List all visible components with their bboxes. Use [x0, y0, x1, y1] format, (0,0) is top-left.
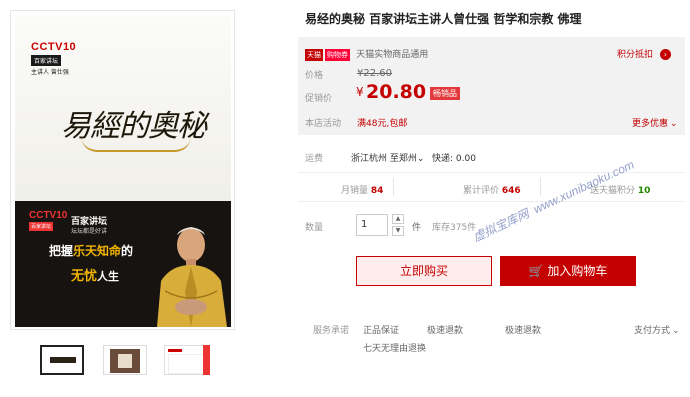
payment-label: 支付方式 — [634, 326, 671, 336]
quantity-increase-button[interactable]: ▲ — [392, 214, 404, 224]
review-count[interactable]: 累计评价 646 — [463, 183, 521, 196]
chevron-down-icon: ⌄ — [416, 154, 425, 164]
main-product-image[interactable]: CCTV10 百家讲坛 主讲人 曾仕强 易經的奧秘 CCTV10 百家讲坛 百家… — [10, 10, 235, 330]
review-label: 累计评价 — [463, 186, 500, 196]
speaker-portrait — [157, 227, 227, 327]
tmall-tag: 天猫 — [305, 49, 323, 61]
service-label: 服务承诺 — [313, 326, 350, 336]
currency-symbol: ¥ — [356, 85, 364, 99]
chevron-down-icon: ⌄ — [672, 326, 680, 336]
quantity-input[interactable]: 1 — [356, 214, 388, 236]
arrow-right-icon: › — [659, 49, 671, 60]
payment-method-dropdown[interactable]: 支付方式 ⌄ — [634, 323, 680, 336]
monthly-sales-label: 月销量 — [341, 186, 369, 196]
monthly-sales-value: 84 — [370, 186, 384, 196]
more-discounts-link[interactable]: 更多优惠 ⌄ — [632, 116, 678, 129]
promo-price-label: 促销价 — [305, 94, 333, 104]
author-label: 主讲人 曾仕强 — [31, 69, 69, 76]
divider — [540, 178, 541, 196]
thumb-3-frame — [168, 354, 206, 374]
quantity-label: 数量 — [305, 223, 324, 233]
shipping-label: 运费 — [305, 154, 324, 164]
slogan-pre: 把握 — [49, 244, 74, 258]
thumb-3-art — [168, 349, 182, 352]
quantity-unit: 件 — [412, 223, 422, 233]
quantity-decrease-button[interactable]: ▼ — [392, 226, 404, 236]
store-activity-label: 本店活动 — [305, 119, 342, 129]
add-to-cart-label: 加入购物车 — [547, 264, 608, 278]
slogan-post: 的 — [121, 244, 134, 258]
thumbnail-2[interactable] — [103, 345, 147, 375]
current-price: 20.80 — [366, 81, 427, 103]
review-value: 646 — [501, 186, 521, 196]
buy-now-button[interactable]: 立即购买 — [356, 256, 492, 286]
points-deduct-link[interactable]: 积分抵扣 › — [617, 47, 671, 60]
promo-row: 天猫 购物券 天猫实物商品通用 — [305, 47, 428, 61]
points-value: 10 — [637, 186, 651, 196]
service-item-refund[interactable]: 极速退款 — [427, 323, 463, 336]
slogan2-post: 人生 — [97, 270, 120, 283]
thumbnail-1[interactable] — [40, 345, 84, 375]
slogan-em: 乐天知命 — [73, 244, 122, 258]
thumbnail-next-arrow[interactable] — [203, 345, 210, 375]
thumb-2-inner — [118, 354, 132, 368]
cart-icon: 🛒 — [528, 264, 544, 278]
store-activity-text: 满48元,包邮 — [357, 119, 408, 129]
slogan-line-1: 把握乐天知命的 — [49, 242, 133, 259]
gold-flourish — [81, 136, 191, 152]
cctv-sub-label: 百家讲坛 — [31, 55, 62, 66]
original-price: ¥22.60 — [357, 68, 392, 79]
divider — [393, 178, 394, 196]
slogan-line-2: 无忧人生 — [71, 265, 119, 284]
add-to-cart-button[interactable]: 🛒 加入购物车 — [500, 256, 636, 286]
shipping-route: 浙江杭州 至郑州 — [351, 154, 417, 164]
service-item-fast-refund[interactable]: 极速退款 — [505, 323, 541, 336]
cctv-logo: CCTV10 — [31, 41, 77, 53]
bottom-cctv-sub: 百家讲坛 — [29, 222, 54, 231]
coupon-text: 天猫实物商品通用 — [356, 50, 429, 60]
points-deduct-label: 积分抵扣 — [617, 50, 654, 60]
monthly-sales: 月销量 84 — [341, 183, 383, 196]
product-title: 易经的奥秘 百家讲坛主讲人曾仕强 哲学和宗教 佛理 — [305, 12, 582, 26]
thumb-1-art — [50, 357, 76, 363]
more-discounts-label: 更多优惠 — [632, 119, 669, 129]
price-label: 价格 — [305, 71, 324, 81]
thumbnail-3[interactable] — [164, 345, 208, 375]
chevron-down-icon: ⌄ — [670, 119, 678, 129]
watermark-cn: 虚拟宝库网 — [470, 206, 532, 245]
service-item-genuine[interactable]: 正品保证 — [363, 323, 399, 336]
express-fee: 快递: 0.00 — [432, 154, 476, 164]
program-tagline: 坛坛都是好讲 — [71, 228, 108, 235]
service-item-seven-day[interactable]: 七天无理由退换 — [363, 341, 426, 354]
hot-tag: 畅销品 — [430, 87, 460, 100]
coupon-tag: 购物券 — [325, 49, 350, 61]
bottom-cctv-logo: CCTV10 — [29, 210, 68, 221]
divider — [298, 201, 685, 202]
slogan2-em: 无忧 — [71, 269, 98, 284]
shipping-destination[interactable]: 浙江杭州 至郑州⌄ — [351, 151, 424, 164]
